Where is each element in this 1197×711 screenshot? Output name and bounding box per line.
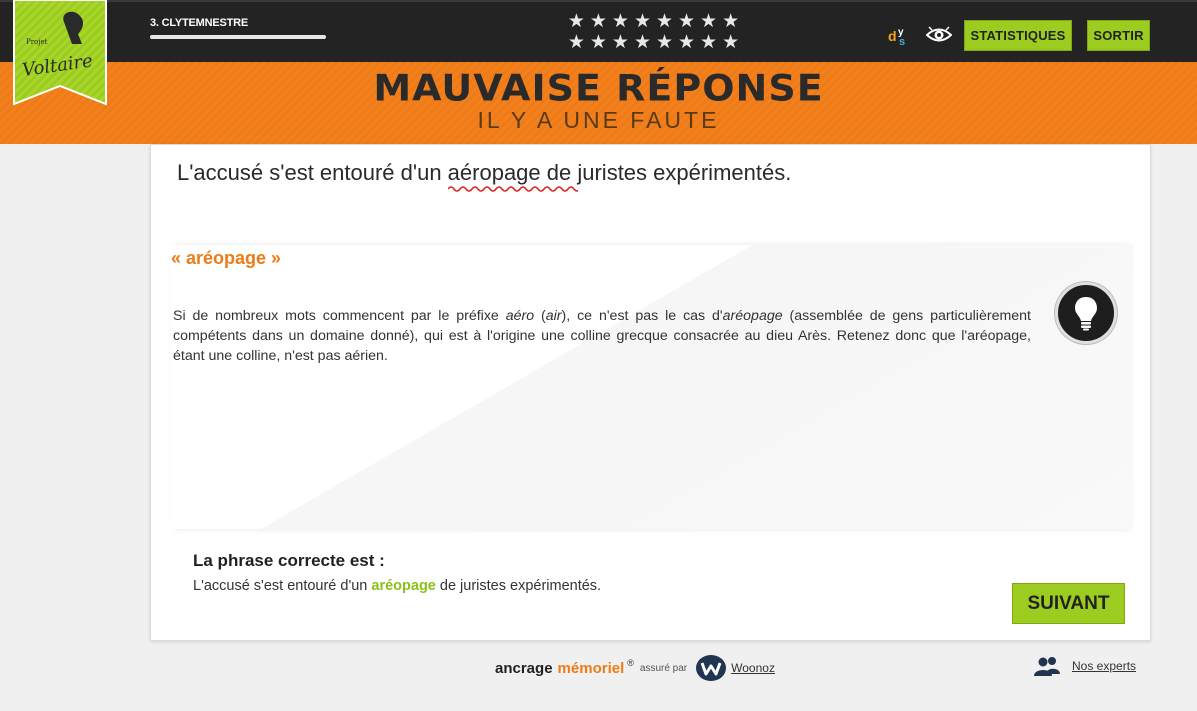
lightbulb-icon[interactable] — [1055, 282, 1117, 344]
experts-icon — [1034, 657, 1060, 676]
question-after: de juristes expérimentés. — [540, 160, 792, 185]
footer-assure: assuré par — [639, 662, 688, 674]
next-button[interactable]: SUIVANT — [1012, 583, 1125, 624]
stars-row-2: ★★★★★★★★ — [567, 32, 745, 53]
footer-memoriel: mémoriel — [557, 659, 625, 677]
result-subtitle: IL Y A UNE FAUTE — [477, 107, 720, 133]
experts-link[interactable]: Nos experts — [1072, 659, 1136, 673]
result-title: MAUVAISE RÉPONSE — [373, 67, 824, 109]
question-sentence: L'accusé s'est entouré d'un aéropage de … — [177, 160, 792, 192]
exercise-card: L'accusé s'est entouré d'un aéropage de … — [150, 144, 1151, 641]
error-word-text: aéropage — [447, 160, 541, 185]
correct-word: aréopage — [371, 578, 436, 594]
eye-icon[interactable] — [925, 25, 953, 45]
rule-text-1: Si de nombreux mots commencent par le pr… — [173, 308, 506, 324]
level-name: 3. CLYTEMNESTRE — [150, 17, 249, 29]
projet-voltaire-logo[interactable]: Projet Voltaire — [12, 0, 108, 110]
woonoz-logo-icon — [696, 655, 727, 681]
stars-row-1: ★★★★★★★★ — [567, 11, 745, 32]
correct-sentence: L'accusé s'est entouré d'un aréopage de … — [193, 578, 601, 594]
footer-registered: ® — [627, 658, 634, 668]
dys-icon[interactable]: d y s — [887, 24, 915, 48]
rule-text-2: ( — [534, 308, 546, 324]
top-bar: 3. CLYTEMNESTRE ★★★★★★★★ ★★★★★★★★ d y s … — [0, 0, 1197, 62]
correct-before: L'accusé s'est entouré d'un — [193, 578, 372, 594]
statistics-button[interactable]: STATISTIQUES — [964, 20, 1072, 51]
error-underline — [447, 186, 578, 192]
exit-button[interactable]: SORTIR — [1087, 20, 1150, 51]
rule-panel: « aréopage » Si de nombreux mots commenc… — [171, 245, 1133, 529]
rule-text-3: ), ce n'est pas le cas d' — [561, 308, 723, 324]
rule-text-air: air — [545, 308, 562, 324]
woonoz-link[interactable]: Woonoz — [731, 661, 775, 675]
correct-sentence-label: La phrase correcte est : — [193, 551, 385, 570]
correct-after: de juristes expérimentés. — [435, 578, 602, 594]
error-word: aéropage — [447, 160, 578, 192]
footer-credits: ancrage mémoriel ® assuré par Woonoz — [495, 655, 775, 681]
svg-text:d: d — [888, 28, 897, 44]
logo-text-top: Projet — [26, 38, 48, 46]
svg-text:s: s — [899, 36, 905, 46]
question-before: L'accusé s'est entouré d'un — [177, 160, 448, 185]
footer-ancrage: ancrage — [495, 659, 553, 677]
rule-word: « aréopage » — [171, 248, 282, 268]
rule-explanation: Si de nombreux mots commencent par le pr… — [173, 306, 1031, 366]
level-progress-bar — [150, 35, 326, 39]
experts-link-group[interactable]: Nos experts — [1034, 656, 1136, 676]
stars-rating: ★★★★★★★★ ★★★★★★★★ — [550, 11, 762, 53]
rule-text-areo: aréopage — [722, 308, 783, 324]
rule-text-aero: aéro — [505, 308, 535, 324]
